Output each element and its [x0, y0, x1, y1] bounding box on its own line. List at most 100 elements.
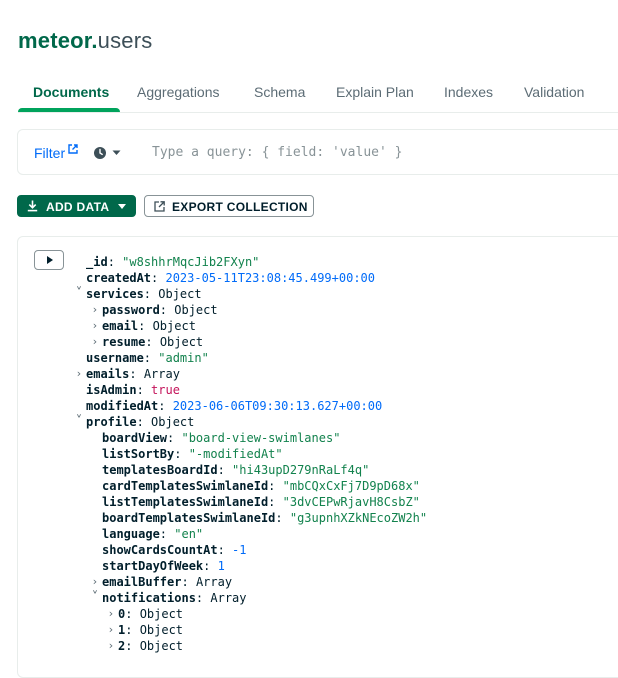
field-value: 2023-06-06T09:30:13.627+00:00	[172, 399, 383, 413]
chevron-down-icon	[112, 150, 121, 155]
field-separator: :	[138, 319, 153, 333]
chevron-right-icon[interactable]: ›	[89, 302, 101, 318]
field-value: Object	[152, 319, 196, 333]
tab-indexes[interactable]: Indexes	[444, 84, 493, 100]
export-collection-label: EXPORT COLLECTION	[172, 200, 308, 214]
tab-schema[interactable]: Schema	[254, 84, 305, 100]
field-row: ˅ services: Object	[76, 286, 202, 302]
field-row: › resume: Object	[93, 334, 204, 350]
chevron-right-icon[interactable]: ›	[89, 334, 101, 350]
field-key: profile	[86, 415, 137, 429]
add-data-label: ADD DATA	[46, 200, 110, 214]
tab-documents[interactable]: Documents	[33, 84, 109, 100]
field-value: Object	[158, 287, 202, 301]
chevron-right-icon[interactable]: ›	[73, 366, 85, 382]
query-history-button[interactable]	[92, 145, 124, 161]
field-key: password	[102, 303, 160, 317]
field-value: 1	[217, 559, 225, 573]
chevron-right-icon[interactable]: ›	[105, 638, 117, 654]
field-separator: :	[125, 623, 140, 637]
field-value: "3dvCEPwRjavH8CsbZ"	[282, 495, 420, 509]
field-key: startDayOfWeek	[102, 559, 204, 573]
field-row: startDayOfWeek: 1	[102, 558, 225, 574]
field-value: "admin"	[158, 351, 209, 365]
field-separator: :	[181, 575, 196, 589]
query-input[interactable]	[152, 142, 552, 162]
field-key: boardTemplatesSwimlaneId	[102, 511, 276, 525]
caret-down-icon	[118, 204, 126, 209]
field-key: templatesBoardId	[102, 463, 218, 477]
field-value: Array	[143, 367, 180, 381]
field-row: templatesBoardId: "hi43upD279nRaLf4q"	[102, 462, 369, 478]
field-key: notifications	[102, 591, 196, 605]
chevron-right-icon[interactable]: ›	[89, 574, 101, 590]
database-name: meteor	[18, 28, 92, 53]
field-row: › 2: Object	[109, 638, 184, 654]
field-row: listTemplatesSwimlaneId: "3dvCEPwRjavH8C…	[102, 494, 420, 510]
field-key: emails	[86, 367, 130, 381]
field-key: isAdmin	[86, 383, 137, 397]
field-value: "w8shhrMqcJib2FXyn"	[122, 255, 260, 269]
field-value: "g3upnhXZkNEcoZW2h"	[289, 511, 428, 525]
field-value: Object	[174, 303, 218, 317]
field-separator: :	[217, 463, 233, 477]
field-key: username	[86, 351, 144, 365]
field-value: "mbCQxCxFj7D9pD68x"	[282, 479, 420, 493]
chevron-down-icon[interactable]: ˅	[73, 286, 85, 302]
field-separator: :	[107, 255, 123, 269]
field-row: cardTemplatesSwimlaneId: "mbCQxCxFj7D9pD…	[102, 478, 420, 494]
field-key: listSortBy	[102, 447, 175, 461]
field-key: showCardsCountAt	[102, 543, 218, 557]
field-row: language: "en"	[102, 526, 203, 542]
field-key: listTemplatesSwimlaneId	[102, 495, 269, 509]
field-row: isAdmin: true	[86, 382, 180, 398]
expand-document-button[interactable]	[34, 250, 64, 270]
filter-link[interactable]: Filter	[34, 145, 65, 161]
tab-aggregations[interactable]: Aggregations	[137, 84, 220, 100]
field-separator: :	[268, 495, 283, 509]
field-separator: :	[129, 367, 144, 381]
tab-explain-plan[interactable]: Explain Plan	[336, 84, 414, 100]
field-row: › 0: Object	[109, 606, 184, 622]
field-separator: :	[158, 399, 173, 413]
field-key: modifiedAt	[86, 399, 159, 413]
field-row: listSortBy: "-modifiedAt"	[102, 446, 283, 462]
field-value: true	[151, 383, 180, 397]
field-separator: :	[217, 543, 233, 557]
field-value: Object	[139, 639, 184, 653]
chevron-right-icon[interactable]: ›	[105, 606, 117, 622]
field-key: _id	[86, 255, 108, 269]
add-data-button[interactable]: ADD DATA	[17, 195, 136, 217]
field-value: "board-view-swimlanes"	[181, 431, 341, 445]
field-separator: :	[136, 383, 152, 397]
export-collection-button[interactable]: EXPORT COLLECTION	[144, 195, 314, 217]
field-separator: :	[159, 527, 175, 541]
export-icon	[154, 201, 165, 212]
field-value: Object	[159, 335, 204, 349]
chevron-right-icon[interactable]: ›	[105, 622, 117, 638]
chevron-right-icon[interactable]: ›	[89, 318, 101, 334]
chevron-down-icon[interactable]: ˅	[89, 590, 101, 606]
chevron-down-icon[interactable]: ˅	[73, 414, 85, 430]
field-row: username: "admin"	[86, 350, 209, 366]
collection-title: meteor.users	[18, 28, 152, 54]
field-separator: :	[143, 287, 159, 301]
field-separator: :	[203, 559, 218, 573]
field-key: createdAt	[86, 271, 152, 285]
field-row: ˅ profile: Object	[76, 414, 195, 430]
download-icon	[27, 200, 38, 212]
external-link-icon[interactable]	[68, 144, 78, 154]
field-separator: :	[151, 271, 166, 285]
tab-validation[interactable]: Validation	[524, 84, 584, 100]
field-separator: :	[268, 479, 283, 493]
field-separator: :	[275, 511, 290, 525]
field-key: email	[102, 319, 139, 333]
field-row: ˅ notifications: Array	[92, 590, 247, 606]
field-value: Object	[139, 607, 184, 621]
field-separator: :	[195, 591, 211, 605]
field-row: › emails: Array	[77, 366, 180, 382]
field-value: Array	[195, 575, 233, 589]
field-separator: :	[159, 303, 175, 317]
collection-name: users	[97, 28, 153, 53]
field-row: _id: "w8shhrMqcJib2FXyn"	[86, 254, 259, 270]
